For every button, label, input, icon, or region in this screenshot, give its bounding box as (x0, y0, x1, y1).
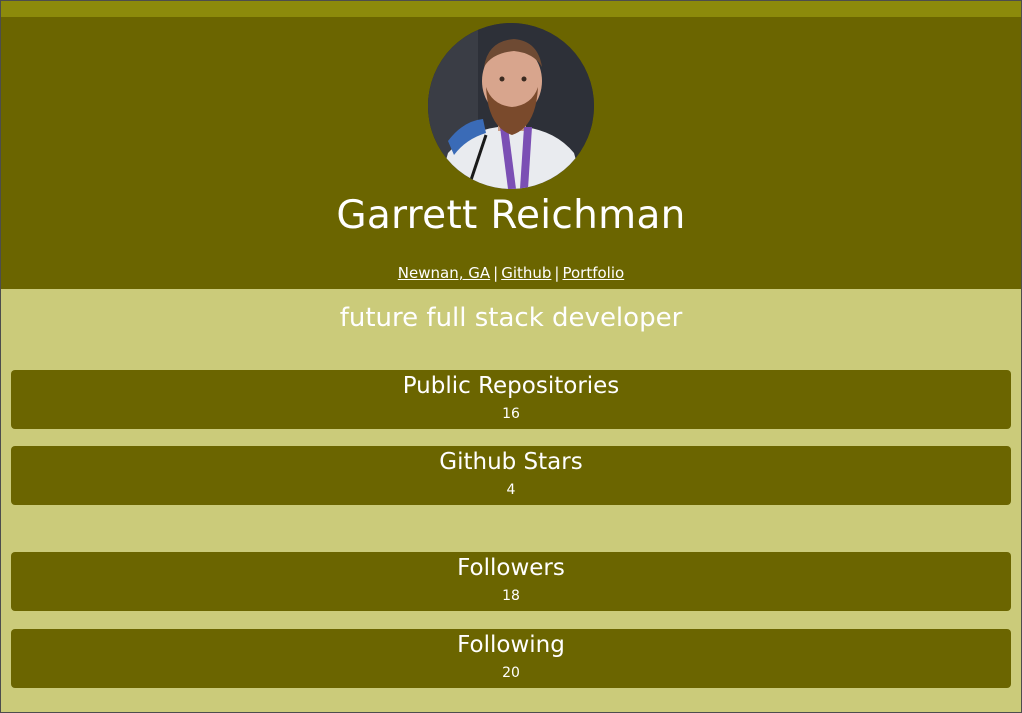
stat-value: 20 (502, 665, 520, 681)
profile-links: Newnan, GA | Github | Portfolio (1, 263, 1021, 283)
profile-header: Garrett Reichman Newnan, GA | Github | Portf… (1, 17, 1021, 289)
avatar (428, 23, 594, 189)
stat-card-followers: Followers 18 (11, 552, 1011, 611)
link-separator: | (493, 264, 499, 282)
stat-label: Followers (457, 555, 565, 581)
stat-card-public-repositories: Public Repositories 16 (11, 370, 1011, 429)
location-link[interactable]: Newnan, GA (398, 264, 490, 282)
stat-value: 4 (506, 482, 516, 498)
stat-card-github-stars: Github Stars 4 (11, 446, 1011, 505)
github-link[interactable]: Github (501, 264, 551, 282)
top-strip (1, 1, 1021, 17)
stat-value: 18 (502, 588, 520, 604)
portfolio-link[interactable]: Portfolio (562, 264, 624, 282)
profile-name: Garrett Reichman (336, 193, 686, 238)
stat-label: Public Repositories (402, 373, 620, 399)
link-separator: | (554, 264, 560, 282)
stat-label: Following (457, 632, 565, 658)
stat-label: Github Stars (439, 449, 583, 475)
stat-card-following: Following 20 (11, 629, 1011, 688)
stat-value: 16 (502, 406, 520, 422)
profile-tagline: future full stack developer (339, 303, 683, 333)
profile-page: Garrett Reichman Newnan, GA | Github | Portf… (0, 0, 1022, 713)
